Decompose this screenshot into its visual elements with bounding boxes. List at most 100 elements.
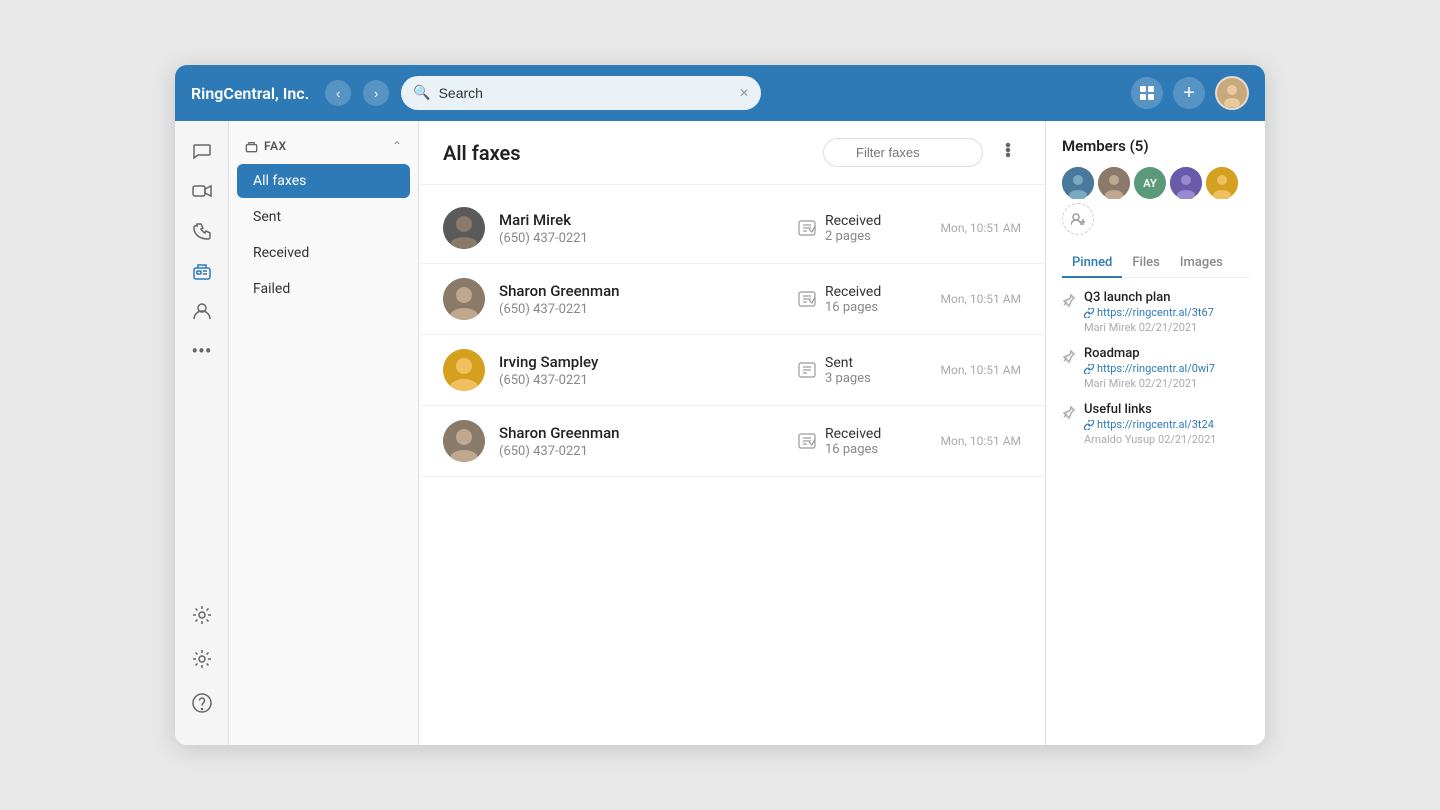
sidebar-bottom <box>184 597 220 733</box>
fax-contact-phone: (650) 437-0221 <box>499 302 783 317</box>
fax-item[interactable]: Sharon Greenman (650) 437-0221 Receive <box>419 406 1045 477</box>
pinned-item[interactable]: Roadmap https://ringcentr.al/0wi7 Mari M… <box>1062 346 1249 390</box>
tab-pinned[interactable]: Pinned <box>1062 249 1122 278</box>
filter-input[interactable] <box>823 138 983 167</box>
search-clear-icon[interactable]: ✕ <box>739 86 749 100</box>
avatar-image <box>443 349 485 391</box>
avatar <box>443 420 485 462</box>
nav-panel-title: FAX <box>245 139 287 153</box>
nav-item-received[interactable]: Received <box>237 236 410 270</box>
sidebar-item-settings[interactable] <box>184 641 220 677</box>
sidebar-item-contacts[interactable] <box>184 293 220 329</box>
pin-svg-icon <box>1062 405 1076 419</box>
members-header: Members (5) <box>1062 137 1249 155</box>
more-icon[interactable]: ••• <box>184 333 220 369</box>
fax-contact-phone: (650) 437-0221 <box>499 231 783 246</box>
nav-item-sent[interactable]: Sent <box>237 200 410 234</box>
app-container: RingCentral, Inc. ‹ › 🔍 ✕ + <box>175 65 1265 745</box>
member-avatar[interactable]: AY <box>1134 167 1166 199</box>
sidebar-item-phone[interactable] <box>184 213 220 249</box>
fax-contact-name: Sharon Greenman <box>499 282 783 300</box>
fax-contact-name: Irving Sampley <box>499 353 783 371</box>
fax-time: Mon, 10:51 AM <box>931 434 1021 448</box>
fax-contact-name: Sharon Greenman <box>499 424 783 442</box>
avatar-image <box>1218 79 1246 107</box>
grid-button[interactable] <box>1131 77 1163 109</box>
avatar-image <box>443 420 485 462</box>
pin-svg-icon <box>1062 349 1076 363</box>
search-input[interactable] <box>439 85 732 101</box>
nav-panel-header: FAX ⌃ <box>229 133 418 159</box>
member-avatar-image <box>1098 167 1130 199</box>
nav-item-failed[interactable]: Failed <box>237 272 410 306</box>
pinned-item-content: Useful links https://ringcentr.al/3t24 A… <box>1084 402 1249 446</box>
fax-status-label: Received <box>825 426 881 442</box>
tab-images[interactable]: Images <box>1170 249 1233 278</box>
user-avatar[interactable] <box>1215 76 1249 110</box>
member-avatar[interactable] <box>1206 167 1238 199</box>
app-title: RingCentral, Inc. <box>191 84 309 103</box>
options-icon <box>999 141 1017 159</box>
main-title: All faxes <box>443 141 811 165</box>
link-icon <box>1084 308 1094 318</box>
link-icon <box>1084 420 1094 430</box>
sidebar-item-video[interactable] <box>184 173 220 209</box>
sidebar-item-help[interactable] <box>184 685 220 721</box>
pinned-item[interactable]: Q3 launch plan https://ringcentr.al/3t67… <box>1062 290 1249 334</box>
main-content: All faxes <box>419 121 1045 745</box>
fax-nav-icon <box>245 140 258 153</box>
pinned-item-content: Q3 launch plan https://ringcentr.al/3t67… <box>1084 290 1249 334</box>
fax-pages: 16 pages <box>825 300 881 315</box>
fax-status-details: Received 16 pages <box>825 284 881 315</box>
sidebar-item-apps[interactable] <box>184 597 220 633</box>
sidebar-icons: ••• <box>175 121 229 745</box>
sidebar-item-fax[interactable] <box>184 253 220 289</box>
fax-pages: 2 pages <box>825 229 881 244</box>
right-panel: Members (5) AY <box>1045 121 1265 745</box>
member-avatar[interactable] <box>1170 167 1202 199</box>
fax-status-label: Received <box>825 213 881 229</box>
body: ••• <box>175 121 1265 745</box>
fax-contact-phone: (650) 437-0221 <box>499 373 783 388</box>
pinned-link[interactable]: https://ringcentr.al/3t67 <box>1084 306 1249 319</box>
collapse-button[interactable]: ⌃ <box>392 139 402 153</box>
fax-item[interactable]: Sharon Greenman (650) 437-0221 Receive <box>419 264 1045 335</box>
pinned-list: Q3 launch plan https://ringcentr.al/3t67… <box>1062 290 1249 446</box>
sidebar-item-messages[interactable] <box>184 133 220 169</box>
link-icon <box>1084 364 1094 374</box>
member-avatar[interactable] <box>1062 167 1094 199</box>
header-actions: + <box>1131 76 1249 110</box>
pinned-link[interactable]: https://ringcentr.al/0wi7 <box>1084 362 1249 375</box>
avatar <box>443 207 485 249</box>
fax-status-details: Sent 3 pages <box>825 355 871 386</box>
panel-tabs: Pinned Files Images <box>1062 249 1249 278</box>
member-avatar-image <box>1170 167 1202 199</box>
nav-item-all-faxes[interactable]: All faxes <box>237 164 410 198</box>
pinned-item-content: Roadmap https://ringcentr.al/0wi7 Mari M… <box>1084 346 1249 390</box>
add-member-button[interactable] <box>1062 203 1094 235</box>
fax-item[interactable]: Mari Mirek (650) 437-0221 Received <box>419 193 1045 264</box>
fax-contact-info: Irving Sampley (650) 437-0221 <box>499 353 783 388</box>
fax-item[interactable]: Irving Sampley (650) 437-0221 Sent 3 pa <box>419 335 1045 406</box>
avatar <box>443 349 485 391</box>
pinned-meta: Arnaldo Yusup 02/21/2021 <box>1084 433 1249 446</box>
search-bar: 🔍 ✕ <box>401 76 761 110</box>
add-button[interactable]: + <box>1173 77 1205 109</box>
pinned-link[interactable]: https://ringcentr.al/3t24 <box>1084 418 1249 431</box>
pinned-meta: Mari Mirek 02/21/2021 <box>1084 377 1249 390</box>
filter-options-button[interactable] <box>995 137 1021 168</box>
fax-status: Received 2 pages <box>797 213 917 244</box>
fax-status-label: Received <box>825 284 881 300</box>
member-avatar-image <box>1206 167 1238 199</box>
pin-icon <box>1062 292 1076 334</box>
fax-status-details: Received 16 pages <box>825 426 881 457</box>
pin-svg-icon <box>1062 293 1076 307</box>
forward-button[interactable]: › <box>363 80 389 106</box>
filter-wrapper <box>823 138 983 167</box>
fax-time: Mon, 10:51 AM <box>931 292 1021 306</box>
fax-status-icon <box>797 289 817 309</box>
back-button[interactable]: ‹ <box>325 80 351 106</box>
tab-files[interactable]: Files <box>1122 249 1169 278</box>
member-avatar[interactable] <box>1098 167 1130 199</box>
pinned-item[interactable]: Useful links https://ringcentr.al/3t24 A… <box>1062 402 1249 446</box>
